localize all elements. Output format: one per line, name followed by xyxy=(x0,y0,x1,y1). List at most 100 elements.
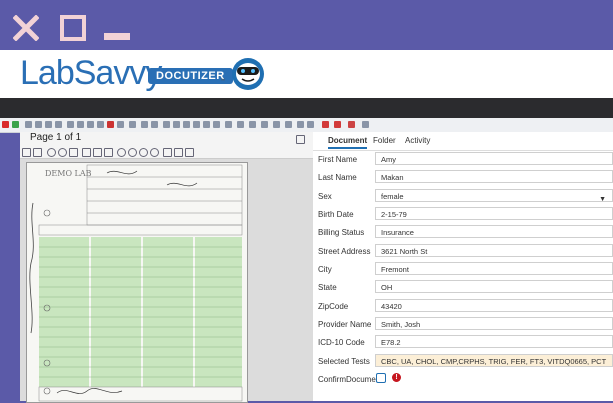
tool-icon[interactable] xyxy=(193,121,200,128)
birth-date-input[interactable]: 2-15-79 xyxy=(375,207,613,220)
confirm-document-checkbox[interactable] xyxy=(376,373,386,383)
icd10-code-input[interactable]: E78.2 xyxy=(375,335,613,348)
tool-icon[interactable] xyxy=(225,121,232,128)
city-input[interactable]: Fremont xyxy=(375,262,613,275)
zoom-in-icon[interactable] xyxy=(47,148,56,157)
document-viewer: Page 1 of 1 DEMO LAB xyxy=(20,132,323,403)
rotate-right-icon[interactable] xyxy=(128,148,137,157)
tool-icon[interactable] xyxy=(273,121,280,128)
birth-date-label: Birth Date xyxy=(318,210,354,219)
app-menubar xyxy=(0,98,613,118)
tool-icon[interactable] xyxy=(173,121,180,128)
minimize-icon[interactable] xyxy=(104,15,130,41)
billing-status-label: Billing Status xyxy=(318,228,365,237)
icd10-code-label: ICD-10 Code xyxy=(318,338,365,347)
tab-activity[interactable]: Activity xyxy=(405,136,430,145)
zipcode-input[interactable]: 43420 xyxy=(375,299,613,312)
viewer-header: Page 1 of 1 xyxy=(20,132,313,146)
billing-status-input[interactable]: Insurance xyxy=(375,225,613,238)
street-address-input[interactable]: 3621 North St xyxy=(375,244,613,257)
tool-icon[interactable] xyxy=(35,121,42,128)
page-indicator: Page 1 of 1 xyxy=(30,132,82,143)
stop-icon[interactable] xyxy=(2,121,9,128)
field-sex: Sex female ▼ xyxy=(313,187,613,206)
field-provider-name: Provider Name Smith, Josh xyxy=(313,315,613,334)
tool-icon[interactable] xyxy=(129,121,136,128)
sex-label: Sex xyxy=(318,192,332,201)
redo-icon[interactable] xyxy=(334,121,341,128)
check-icon[interactable] xyxy=(12,121,19,128)
trademark: ™ xyxy=(220,78,225,84)
first-name-input[interactable]: Amy xyxy=(375,152,613,165)
tool-icon[interactable] xyxy=(67,121,74,128)
comment-icon[interactable] xyxy=(33,148,42,157)
field-billing-status: Billing Status Insurance xyxy=(313,223,613,242)
robot-mascot-icon xyxy=(232,58,264,90)
field-street-address: Street Address 3621 North St xyxy=(313,242,613,261)
field-state: State OH xyxy=(313,278,613,297)
tool-icon[interactable] xyxy=(297,121,304,128)
page-icon[interactable] xyxy=(163,148,172,157)
provider-name-label: Provider Name xyxy=(318,320,372,329)
pin-icon[interactable] xyxy=(362,121,369,128)
tool-icon[interactable] xyxy=(45,121,52,128)
page-icon[interactable] xyxy=(185,148,194,157)
maximize-icon[interactable] xyxy=(60,15,86,41)
fit-width-icon[interactable] xyxy=(93,148,102,157)
tool-icon[interactable] xyxy=(141,121,148,128)
window-chrome xyxy=(0,0,613,50)
document-page: DEMO LAB xyxy=(26,162,248,403)
tab-folder[interactable]: Folder xyxy=(373,136,396,145)
tool-icon[interactable] xyxy=(151,121,158,128)
city-label: City xyxy=(318,265,332,274)
tool-icon[interactable] xyxy=(237,121,244,128)
rotate-icon[interactable] xyxy=(150,148,159,157)
brand-header: LabSavvy DOCUTIZER ™ xyxy=(0,50,613,98)
sex-value: female xyxy=(381,192,404,201)
provider-name-input[interactable]: Smith, Josh xyxy=(375,317,613,330)
fit-height-icon[interactable] xyxy=(104,148,113,157)
tool-icon[interactable] xyxy=(55,121,62,128)
tool-icon[interactable] xyxy=(285,121,292,128)
last-name-input[interactable]: Makan xyxy=(375,170,613,183)
main-toolbar xyxy=(0,118,613,133)
tool-icon[interactable] xyxy=(213,121,220,128)
tool-icon[interactable] xyxy=(261,121,268,128)
field-selected-tests: Selected Tests CBC, UA, CHOL, CMP,CRPHS,… xyxy=(313,352,613,371)
state-input[interactable]: OH xyxy=(375,280,613,293)
form-tabs: Document Folder Activity xyxy=(313,132,613,151)
tool-icon[interactable] xyxy=(183,121,190,128)
tool-icon[interactable] xyxy=(107,121,114,128)
tool-icon[interactable] xyxy=(97,121,104,128)
brand-logo-text: LabSavvy xyxy=(20,54,162,93)
tool-icon[interactable] xyxy=(203,121,210,128)
rotate-icon[interactable] xyxy=(139,148,148,157)
tool-icon[interactable] xyxy=(307,121,314,128)
undo-icon[interactable] xyxy=(322,121,329,128)
flag-icon[interactable] xyxy=(348,121,355,128)
state-label: State xyxy=(318,283,337,292)
sex-select[interactable]: female ▼ xyxy=(375,189,613,203)
field-birth-date: Birth Date 2-15-79 xyxy=(313,205,613,224)
field-icd10-code: ICD-10 Code E78.2 xyxy=(313,333,613,352)
close-icon[interactable] xyxy=(12,14,40,42)
field-first-name: First Name Amy xyxy=(313,150,613,169)
tool-icon[interactable] xyxy=(249,121,256,128)
tab-document[interactable]: Document xyxy=(328,136,368,149)
selected-tests-input[interactable]: CBC, UA, CHOL, CMP,CRPHS, TRIG, FER, FT3… xyxy=(375,354,613,367)
first-name-label: First Name xyxy=(318,155,358,164)
zoom-out-icon[interactable] xyxy=(58,148,67,157)
popout-icon[interactable] xyxy=(296,135,305,144)
tool-icon[interactable] xyxy=(77,121,84,128)
rotate-left-icon[interactable] xyxy=(117,148,126,157)
tool-icon[interactable] xyxy=(87,121,94,128)
fit-icon[interactable] xyxy=(69,148,78,157)
expand-icon[interactable] xyxy=(82,148,91,157)
tool-icon[interactable] xyxy=(117,121,124,128)
page-icon[interactable] xyxy=(174,148,183,157)
tool-icon[interactable] xyxy=(25,121,32,128)
error-icon: ! xyxy=(392,373,401,382)
comment-icon[interactable] xyxy=(22,148,31,157)
tool-icon[interactable] xyxy=(163,121,170,128)
brand-name-part1: Lab xyxy=(20,54,75,92)
